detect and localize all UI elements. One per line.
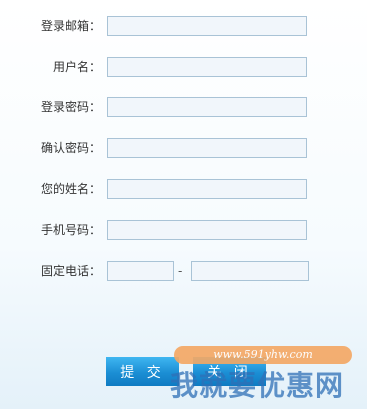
username-label: 用户名： — [52, 60, 101, 74]
username-field[interactable] — [107, 57, 307, 77]
mobile-field[interactable] — [107, 220, 307, 240]
password-row: 登录密码： — [0, 97, 367, 121]
username-row: 用户名： — [0, 57, 367, 81]
confirm-password-field[interactable] — [107, 138, 307, 158]
landline-label: 固定电话： — [40, 264, 101, 278]
landline-row: 固定电话： - — [0, 261, 367, 285]
email-label: 登录邮箱： — [40, 19, 101, 33]
name-label: 您的姓名： — [40, 182, 101, 196]
watermark-logo-text: 我就要优惠网 — [170, 369, 345, 402]
email-row: 登录邮箱： — [0, 16, 367, 40]
confirm-password-row: 确认密码： — [0, 138, 367, 162]
name-row: 您的姓名： — [0, 179, 367, 203]
email-field[interactable] — [107, 16, 307, 36]
name-field[interactable] — [107, 179, 307, 199]
watermark-url: www.591yhw.com — [174, 346, 352, 364]
submit-button[interactable]: 提 交 — [106, 357, 179, 386]
landline-number-field[interactable] — [191, 261, 309, 281]
password-label: 登录密码： — [40, 100, 101, 114]
confirm-password-label: 确认密码： — [40, 141, 101, 155]
password-field[interactable] — [107, 97, 307, 117]
mobile-row: 手机号码： — [0, 220, 367, 244]
phone-separator: - — [178, 264, 183, 278]
area-code-field[interactable] — [107, 261, 174, 281]
mobile-label: 手机号码： — [40, 223, 101, 237]
